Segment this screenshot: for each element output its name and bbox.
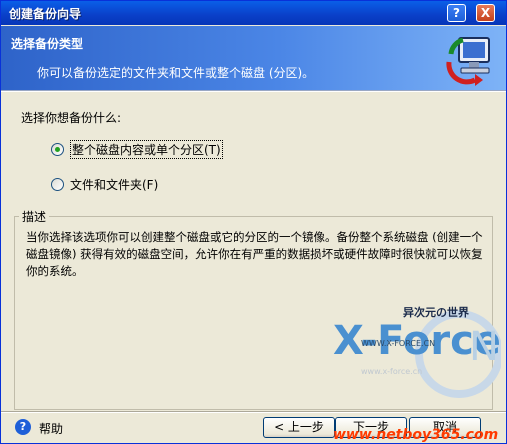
close-button[interactable]: X [476,4,495,22]
watermark-suffix: N [469,324,499,370]
option-files-folders-label[interactable]: 文件和文件夹(F) [70,176,158,193]
wizard-header: 选择备份类型 你可以备份选定的文件夹和文件或整个磁盘 (分区)。 [1,26,506,90]
radio-entire-disk[interactable] [51,143,64,156]
xforce-watermark-logo: X-Force N 异次元の世界 WWW.X-FORCE.CN www.x-fo… [333,305,501,398]
backup-question: 选择你想备份什么: [21,111,122,125]
close-icon: X [480,6,491,20]
step-subtitle: 你可以备份选定的文件夹和文件或整个磁盘 (分区)。 [37,66,315,80]
option-files-folders[interactable]: 文件和文件夹(F) [51,176,158,193]
footer-divider [1,411,506,413]
site-watermark-url: www.netboy365.com [333,427,499,443]
watermark-url1: WWW.X-FORCE.CN [361,339,435,348]
title-bar: 创建备份向导 ? X [1,1,506,25]
option-entire-disk-label[interactable]: 整个磁盘内容或单个分区(T) [70,140,223,159]
watermark-url2: www.x-force.cn [361,367,422,376]
radio-files-folders[interactable] [51,178,64,191]
wizard-window: 创建备份向导 ? X 选择备份类型 你可以备份选定的文件夹和文件或整个磁盘 (分… [0,0,507,444]
header-divider [1,90,506,92]
help-icon: ? [453,6,460,20]
step-title: 选择备份类型 [11,37,84,51]
watermark-cn: 异次元の世界 [403,305,469,319]
help-link[interactable]: 帮助 [39,420,63,437]
window-title: 创建备份向导 [9,7,82,21]
backup-computer-icon [446,37,490,86]
description-title: 描述 [19,208,50,225]
description-text: 当你选择该选项你可以创建整个磁盘或它的分区的一个镜像。备份整个系统磁盘 (创建一… [26,230,483,278]
back-button[interactable]: < 上一步 [263,417,335,438]
help-icon[interactable]: ? [15,419,31,435]
option-entire-disk[interactable]: 整个磁盘内容或单个分区(T) [51,140,223,159]
title-help-button[interactable]: ? [447,4,466,22]
